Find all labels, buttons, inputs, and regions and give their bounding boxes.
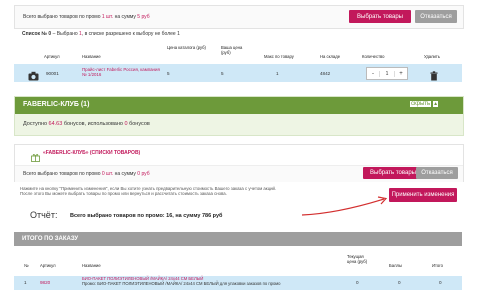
order-row-total: 0: [439, 280, 442, 285]
club-hide-link[interactable]: скрыть ▲: [410, 101, 439, 107]
order-column-num: №: [24, 263, 29, 268]
row-name[interactable]: Прайс-лист Faberlic Россия, кампания № 1…: [82, 67, 162, 77]
trash-icon[interactable]: [430, 68, 438, 81]
order-column-name: Название: [82, 263, 101, 268]
table-row: 90001 Прайс-лист Faberlic Россия, кампан…: [14, 64, 462, 82]
club-header[interactable]: FABERLIC-КЛУБ (1): [15, 97, 463, 114]
club-list-panel: «FABERLIC-КЛУБ» (СПИСКИ ТОВАРОВ) Всего в…: [14, 144, 464, 182]
order-column-price: Текущая цена (руб): [347, 254, 368, 264]
list-title: Список № 0 – Выбрано 1, в списке разреше…: [22, 31, 180, 37]
club-title: FABERLIC-КЛУБ (1): [23, 101, 90, 108]
club-panel: FABERLIC-КЛУБ (1) скрыть ▲ Доступно 64.6…: [14, 96, 464, 136]
order-summary-panel: ИТОГО ПО ЗАКАЗУ № Артикул Название Текущ…: [14, 232, 462, 290]
column-header-stock: На складе: [320, 54, 341, 59]
chevron-up-icon: ▲: [433, 101, 439, 107]
order-column-article: Артикул: [40, 263, 56, 268]
report-text: Всего выбрано товаров по промо: 16, на с…: [70, 213, 223, 219]
order-column-points: Баллы: [389, 263, 402, 268]
select-products-button[interactable]: Выбрать товары: [349, 10, 411, 23]
column-header-quantity: Количество: [362, 54, 385, 59]
order-summary-title: ИТОГО ПО ЗАКАЗУ: [22, 236, 79, 242]
bonus-text: Доступно 64.63 бонусов, использовано 0 б…: [23, 121, 150, 127]
quantity-stepper[interactable]: - 1 +: [366, 67, 408, 80]
arrow-annotation: [301, 196, 388, 216]
promo-summary-panel: Всего выбрано товаров по промо 1 шт. на …: [14, 5, 464, 29]
row-article: 90001: [46, 71, 59, 76]
order-row-price: 0: [356, 280, 359, 285]
row-max: 1: [276, 71, 279, 76]
row-stock: 4842: [320, 71, 331, 76]
column-header-article: Артикул: [44, 54, 60, 59]
order-row-num: 1: [24, 280, 27, 285]
club-list-summary-text: Всего выбрано товаров по промо 0 шт. на …: [23, 171, 150, 177]
column-header-max: Макс по товару: [264, 54, 294, 59]
order-row-article[interactable]: 9820: [40, 280, 50, 285]
row-catalog-price: 5: [167, 71, 170, 76]
table-row: 1 9820 БИО-ПАКЕТ ПОЛИЭТИЛЕНОВЫЙ /МАЙКА/ …: [14, 276, 462, 290]
order-summary-header: ИТОГО ПО ЗАКАЗУ: [14, 232, 462, 246]
order-row-points: 0: [398, 280, 401, 285]
row-your-price: 5: [221, 71, 224, 76]
club-list-label[interactable]: «FABERLIC-КЛУБ» (СПИСКИ ТОВАРОВ): [43, 150, 140, 156]
camera-icon[interactable]: [28, 68, 39, 81]
quantity-decrease-button[interactable]: -: [367, 71, 379, 77]
column-header-delete: Удалить: [424, 54, 440, 59]
column-header-catalog-price: Цена каталога (руб): [167, 45, 206, 50]
club-select-products-button[interactable]: Выбрать товары: [363, 167, 423, 179]
column-header-your-price: Ваша цена (руб): [221, 45, 243, 55]
club-decline-button[interactable]: Отказаться: [416, 167, 458, 179]
bonus-info: Доступно 64.63 бонусов, использовано 0 б…: [15, 114, 463, 135]
quantity-input[interactable]: 1: [379, 70, 395, 77]
promo-list-section: Список № 0 – Выбрано 1, в списке разреше…: [14, 28, 462, 86]
promo-summary-text: Всего выбрано товаров по промо 1 шт. на …: [23, 14, 150, 20]
order-row-name: БИО-ПАКЕТ ПОЛИЭТИЛЕНОВЫЙ /МАЙКА/ 24х44 С…: [82, 276, 332, 287]
decline-button[interactable]: Отказаться: [415, 10, 457, 23]
quantity-increase-button[interactable]: +: [395, 71, 407, 77]
apply-changes-button[interactable]: Применить изменения: [389, 188, 457, 202]
column-header-name: Название: [82, 54, 101, 59]
order-column-total: Итого: [432, 263, 443, 268]
report-label: Отчёт:: [30, 210, 58, 220]
gift-icon: [31, 149, 40, 162]
order-row-name-line2: Промо: БИО-ПАКЕТ ПОЛИЭТИЛЕНОВЫЙ /МАЙКА/ …: [82, 280, 281, 286]
